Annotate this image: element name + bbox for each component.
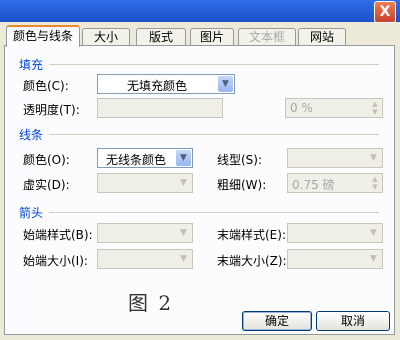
begin-size-select: ▼ <box>97 249 193 269</box>
end-size-label: 末端大小(Z): <box>217 254 287 268</box>
transparency-label: 透明度(T): <box>23 103 80 117</box>
cancel-button[interactable]: 取消 <box>316 311 390 331</box>
chevron-down-icon: ▼ <box>176 175 191 191</box>
transparency-slider <box>97 98 223 118</box>
tab-bar: 颜色与线条 大小 版式 图片 文本框 网站 <box>0 22 400 47</box>
end-size-select: ▼ <box>287 249 383 269</box>
spinner-arrows-icon: ▲ ▼ <box>372 100 378 116</box>
line-color-label: 颜色(O): <box>23 153 70 167</box>
weight-spinner: 0.75 磅 ▲ ▼ <box>287 173 383 193</box>
line-heading: 线条 <box>19 128 44 142</box>
end-style-label: 末端样式(E): <box>217 228 286 242</box>
figure-caption: 图 2 <box>128 291 174 315</box>
begin-style-label: 始端样式(B): <box>23 228 93 242</box>
fill-heading: 填充 <box>19 58 44 72</box>
ok-button[interactable]: 确定 <box>242 311 312 331</box>
chevron-down-icon: ▼ <box>218 76 233 92</box>
tab-web[interactable]: 网站 <box>298 28 346 45</box>
weight-value: 0.75 磅 <box>292 178 335 192</box>
chevron-down-icon: ▼ <box>176 225 191 241</box>
line-color-value: 无线条颜色 <box>105 153 166 167</box>
chevron-down-icon: ▼ <box>366 225 381 241</box>
tab-picture[interactable]: 图片 <box>190 28 234 45</box>
dash-select: ▼ <box>97 173 193 193</box>
fill-color-select[interactable]: 无填充颜色 ▼ <box>97 74 235 94</box>
transparency-value: 0 % <box>290 101 313 115</box>
arrows-divider <box>49 212 379 213</box>
tab-size[interactable]: 大小 <box>82 28 130 45</box>
tab-textbox: 文本框 <box>238 28 296 45</box>
spinner-arrows-icon: ▲ ▼ <box>372 175 378 191</box>
line-divider <box>49 134 379 135</box>
line-style-select: ▼ <box>287 148 383 168</box>
tab-colors-lines[interactable]: 颜色与线条 <box>6 25 80 47</box>
end-style-select: ▼ <box>287 223 383 243</box>
close-button[interactable]: X <box>374 1 396 23</box>
tab-panel: 填充 颜色(C): 无填充颜色 ▼ 透明度(T): 0 % ▲ ▼ 线条 颜色(O… <box>4 45 395 335</box>
transparency-spinner: 0 % ▲ ▼ <box>285 98 383 118</box>
line-color-select[interactable]: 无线条颜色 ▼ <box>97 148 193 168</box>
tab-layout[interactable]: 版式 <box>136 28 186 45</box>
arrows-heading: 箭头 <box>19 206 44 220</box>
weight-label: 粗细(W): <box>217 178 267 192</box>
fill-color-label: 颜色(C): <box>23 79 69 93</box>
chevron-down-icon: ▼ <box>176 150 191 166</box>
title-bar: X <box>0 0 400 23</box>
begin-style-select: ▼ <box>97 223 193 243</box>
line-style-label: 线型(S): <box>217 153 263 167</box>
chevron-down-icon: ▼ <box>366 251 381 267</box>
chevron-down-icon: ▼ <box>176 251 191 267</box>
chevron-down-icon: ▼ <box>366 150 381 166</box>
fill-color-value: 无填充颜色 <box>126 79 187 93</box>
begin-size-label: 始端大小(I): <box>23 254 88 268</box>
fill-divider <box>49 64 379 65</box>
dash-label: 虚实(D): <box>23 178 70 192</box>
